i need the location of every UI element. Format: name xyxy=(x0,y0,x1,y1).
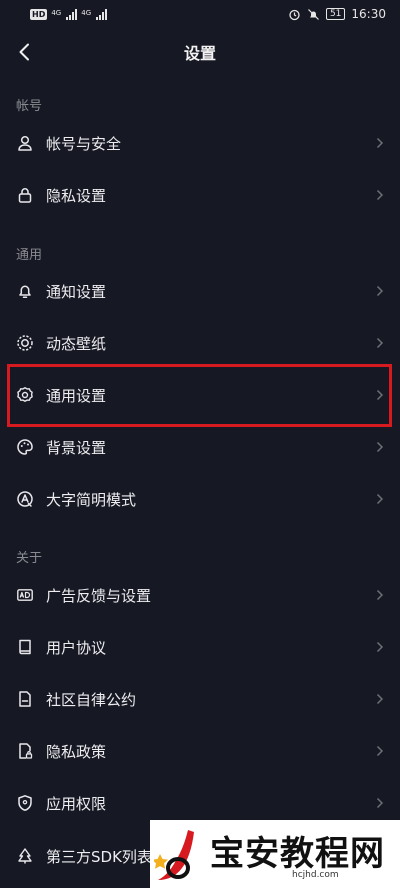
menu-item-label: 动态壁纸 xyxy=(46,334,107,353)
section-label-about: 关于 xyxy=(16,551,43,566)
chevron-right-icon xyxy=(374,692,386,706)
menu-item-label: 广告反馈与设置 xyxy=(46,586,152,605)
chevron-right-icon xyxy=(374,796,386,810)
page-title: 设置 xyxy=(183,44,216,63)
menu-item-live-wallpaper[interactable]: 动态壁纸 xyxy=(0,317,400,369)
menu-item-account-security[interactable]: 帐号与安全 xyxy=(0,117,400,169)
status-right: 51 16:30 xyxy=(288,7,386,21)
live-wallpaper-icon xyxy=(14,332,36,354)
chevron-right-icon xyxy=(374,336,386,350)
gear-icon xyxy=(14,384,36,406)
menu-item-user-agreement[interactable]: 用户协议 xyxy=(0,621,400,673)
chevron-right-icon xyxy=(374,440,386,454)
chevron-right-icon xyxy=(374,188,386,202)
menu-item-ad-feedback[interactable]: 广告反馈与设置 xyxy=(0,569,400,621)
menu-item-label: 大字简明模式 xyxy=(46,490,137,509)
status-bar: HD 4G 4G 51 16:30 xyxy=(0,0,400,28)
section-label-account: 帐号 xyxy=(16,99,43,114)
privacy-doc-icon xyxy=(14,740,36,762)
watermark-logo-icon xyxy=(154,830,194,880)
chevron-right-icon xyxy=(374,588,386,602)
chevron-right-icon xyxy=(374,284,386,298)
chevron-right-icon xyxy=(374,640,386,654)
menu-item-label: 背景设置 xyxy=(46,438,107,457)
shield-icon xyxy=(14,792,36,814)
chevron-left-icon xyxy=(19,43,29,61)
ad-icon xyxy=(14,584,36,606)
menu-item-privacy-policy[interactable]: 隐私政策 xyxy=(0,725,400,777)
bell-icon xyxy=(14,280,36,302)
menu-item-label: 通知设置 xyxy=(46,282,107,301)
chevron-right-icon xyxy=(374,744,386,758)
section-label-general: 通用 xyxy=(16,248,43,263)
menu-item-label: 隐私设置 xyxy=(46,186,107,205)
alarm-icon xyxy=(289,9,300,20)
clock: 16:30 xyxy=(351,7,386,21)
document-icon xyxy=(14,688,36,710)
menu-item-community-guidelines[interactable]: 社区自律公约 xyxy=(0,673,400,725)
app-header: 设置 xyxy=(0,28,400,76)
back-button[interactable] xyxy=(10,38,38,66)
network-type-1: 4G xyxy=(51,8,62,17)
menu-item-label: 帐号与安全 xyxy=(46,134,122,153)
menu-item-general-settings[interactable]: 通用设置 xyxy=(0,369,400,421)
chevron-right-icon xyxy=(374,136,386,150)
lock-icon xyxy=(14,184,36,206)
watermark-url: hcjhd.com xyxy=(292,870,339,880)
menu-item-large-text-mode[interactable]: 大字简明模式 xyxy=(0,473,400,525)
battery-icon: 51 xyxy=(325,8,346,20)
menu-item-label: 社区自律公约 xyxy=(46,690,137,709)
large-text-icon xyxy=(14,488,36,510)
menu-item-label: 应用权限 xyxy=(46,794,107,813)
network-type-2: 4G xyxy=(81,8,92,17)
palette-icon xyxy=(14,436,36,458)
menu-item-label: 隐私政策 xyxy=(46,742,107,761)
watermark: 宝安教程网 hcjhd.com xyxy=(150,820,400,888)
menu-item-privacy-settings[interactable]: 隐私设置 xyxy=(0,169,400,221)
menu-item-notification-settings[interactable]: 通知设置 xyxy=(0,265,400,317)
book-icon xyxy=(14,636,36,658)
watermark-text: 宝安教程网 xyxy=(210,834,385,874)
menu-item-label: 第三方SDK列表 xyxy=(46,847,152,866)
hd-badge: HD xyxy=(30,8,48,20)
menu-item-label: 通用设置 xyxy=(46,386,107,405)
chevron-right-icon xyxy=(374,388,386,402)
menu-item-label: 用户协议 xyxy=(46,638,107,657)
tree-icon xyxy=(14,845,36,867)
signal-icon-1 xyxy=(66,8,78,20)
chevron-right-icon xyxy=(374,492,386,506)
mute-bell-icon xyxy=(308,8,319,20)
status-left: HD 4G 4G xyxy=(30,8,108,20)
menu-item-background-settings[interactable]: 背景设置 xyxy=(0,421,400,473)
signal-icon-2 xyxy=(96,8,108,20)
person-icon xyxy=(14,132,36,154)
